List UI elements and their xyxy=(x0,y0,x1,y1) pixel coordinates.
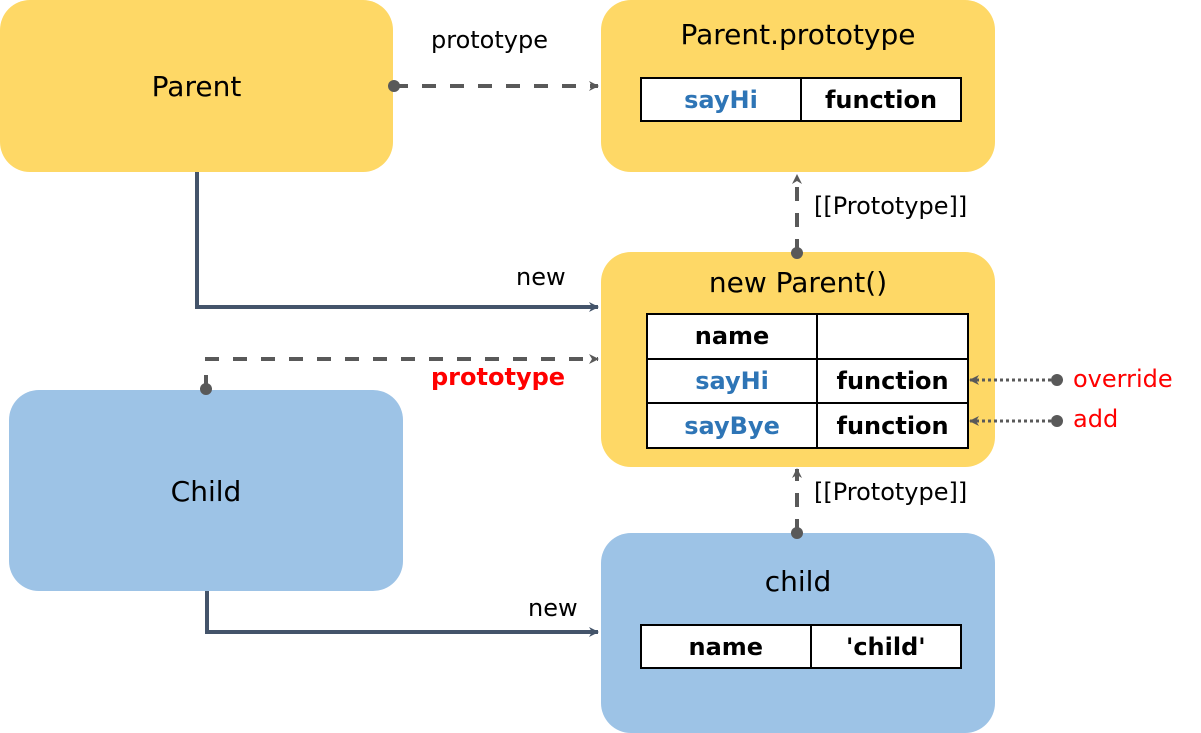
table-row: sayHi function xyxy=(645,357,969,405)
property-key: name xyxy=(640,624,812,669)
parent-constructor-title: Parent xyxy=(151,70,242,103)
property-key: sayHi xyxy=(645,357,819,405)
edge-start-dot xyxy=(1051,374,1063,386)
property-key: name xyxy=(645,313,819,360)
parent-prototype-title: Parent.prototype xyxy=(680,18,916,51)
table-row: name xyxy=(645,313,969,360)
proto-link-lower-edge xyxy=(791,468,803,539)
parent-prototype-edge xyxy=(388,80,599,92)
parent-prototype-node: Parent.prototype sayHi function xyxy=(601,0,995,172)
property-value: function xyxy=(816,357,969,405)
child-instance-table: name 'child' xyxy=(640,624,963,669)
property-value: function xyxy=(800,77,962,122)
child-constructor-title: Child xyxy=(170,475,242,508)
new-parent-node: new Parent() name sayHi function sayBye … xyxy=(601,252,995,467)
parent-prototype-table: sayHi function xyxy=(640,77,962,122)
property-value: 'child' xyxy=(809,624,963,669)
new-parent-table: name sayHi function sayBye function xyxy=(645,313,969,449)
add-label: add xyxy=(1073,405,1119,433)
table-row: name 'child' xyxy=(640,624,963,669)
property-key: sayBye xyxy=(645,402,819,449)
child-prototype-label: prototype xyxy=(431,363,566,391)
parent-constructor-node: Parent xyxy=(0,0,393,172)
child-constructor-node: Child xyxy=(9,390,403,591)
override-label: override xyxy=(1073,365,1173,393)
child-instance-node: child name 'child' xyxy=(601,533,995,733)
property-value: function xyxy=(816,402,969,449)
child-new-label: new xyxy=(528,594,578,622)
table-row: sayBye function xyxy=(645,402,969,449)
property-value xyxy=(816,313,969,360)
proto-link-upper-edge xyxy=(791,174,803,259)
new-parent-title: new Parent() xyxy=(708,266,888,299)
proto-link-upper-label: [[Prototype]] xyxy=(814,192,968,220)
property-key: sayHi xyxy=(640,77,802,122)
parent-new-label: new xyxy=(516,263,566,291)
proto-link-lower-label: [[Prototype]] xyxy=(814,478,968,506)
table-row: sayHi function xyxy=(640,77,962,122)
edge-start-dot xyxy=(1051,415,1063,427)
parent-prototype-label: prototype xyxy=(431,26,548,54)
child-instance-title: child xyxy=(764,565,832,598)
